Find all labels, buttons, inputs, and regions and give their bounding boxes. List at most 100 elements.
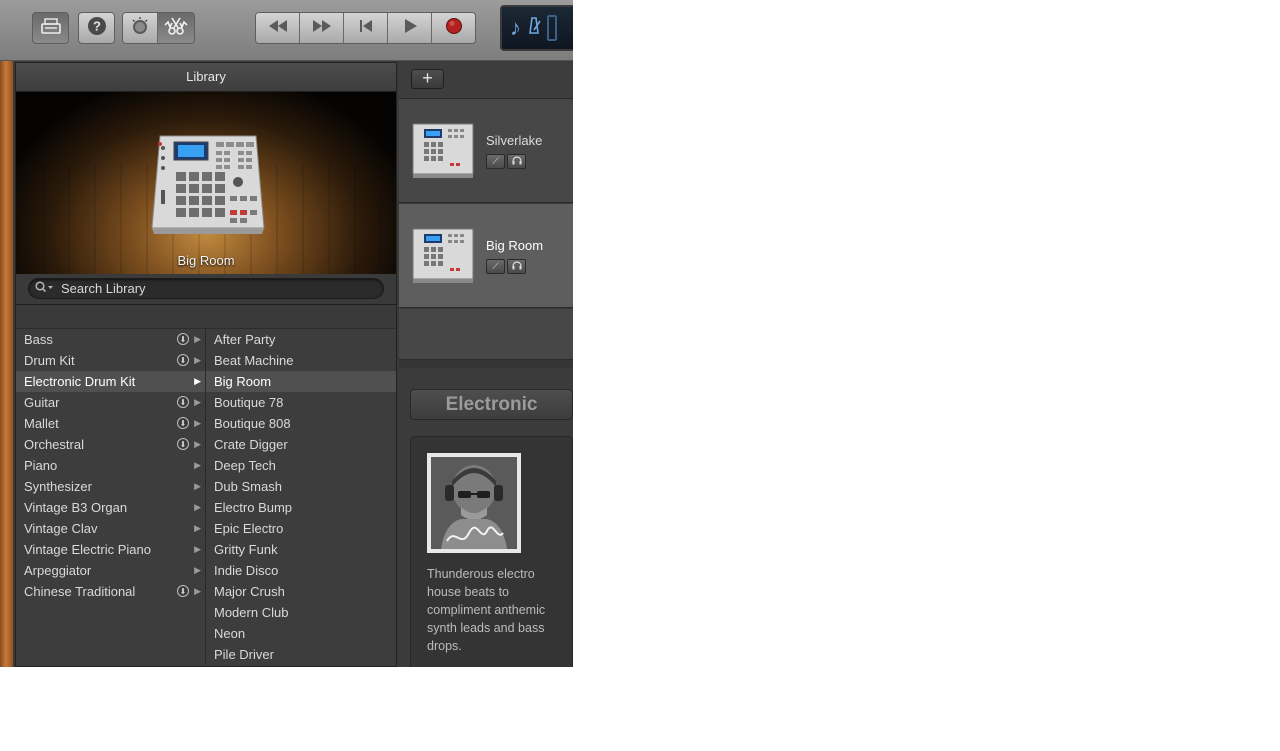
knob-icon — [130, 16, 150, 41]
fast-forward-button[interactable] — [300, 13, 344, 43]
disclosure-arrow-icon: ▶ — [194, 418, 201, 428]
go-to-beginning-button[interactable] — [344, 13, 388, 43]
download-icon[interactable]: ⬇ — [177, 354, 189, 366]
play-button[interactable] — [388, 13, 432, 43]
library-icon — [40, 17, 62, 40]
category-label: Electronic Drum Kit — [24, 374, 136, 389]
patch-item[interactable]: Dub Smash — [206, 476, 396, 497]
patch-item[interactable]: Major Crush — [206, 581, 396, 602]
rewind-button[interactable] — [256, 13, 300, 43]
category-item[interactable]: Electronic Drum Kit ▶ — [16, 371, 205, 392]
disclosure-arrow-icon: ▶ — [194, 523, 201, 533]
preview-patch-name: Big Room — [177, 253, 235, 268]
patch-description: Thunderous electro house beats to compli… — [427, 567, 546, 653]
patch-item[interactable]: Boutique 78 — [206, 392, 396, 413]
patch-item[interactable]: Neon — [206, 623, 396, 644]
category-item[interactable]: Mallet ⬇ ▶ — [16, 413, 205, 434]
category-label: Piano — [24, 458, 58, 473]
record-button[interactable] — [432, 13, 475, 43]
category-item[interactable]: Orchestral ⬇ ▶ — [16, 434, 205, 455]
solo-button[interactable] — [507, 154, 526, 169]
transport-controls — [255, 12, 476, 44]
disclosure-arrow-icon: ▶ — [194, 355, 201, 365]
category-item[interactable]: Chinese Traditional ⬇ ▶ — [16, 581, 205, 602]
control-bar: ? ♪ — [0, 0, 573, 61]
mute-icon: ⟋ — [492, 261, 499, 271]
category-item[interactable]: Vintage B3 Organ ▶ — [16, 497, 205, 518]
patch-item[interactable]: Big Room — [206, 371, 396, 392]
empty-track-area[interactable] — [399, 309, 573, 360]
count-in-icon — [547, 15, 557, 41]
category-label: Bass — [24, 332, 53, 347]
category-item[interactable]: Vintage Electric Piano ▶ — [16, 539, 205, 560]
metronome-note-icon: ♪ — [510, 15, 521, 40]
category-item[interactable]: Guitar ⬇ ▶ — [16, 392, 205, 413]
category-column: Bass ⬇ ▶ Drum Kit ⬇ ▶ Electronic Drum Kit ▶ Guit… — [16, 329, 206, 665]
headphones-icon — [511, 156, 522, 167]
category-label: Orchestral — [24, 437, 84, 452]
disclosure-arrow-icon: ▶ — [194, 544, 201, 554]
category-label: Arpeggiator — [24, 563, 92, 578]
category-label: Mallet — [24, 416, 59, 431]
mute-icon: ⟋ — [492, 156, 499, 166]
patch-item[interactable]: Indie Disco — [206, 560, 396, 581]
category-label: Vintage Electric Piano — [24, 542, 151, 557]
search-input[interactable] — [61, 281, 361, 296]
add-track-button[interactable]: + — [411, 69, 444, 89]
category-item[interactable]: Arpeggiator ▶ — [16, 560, 205, 581]
category-item[interactable]: Drum Kit ⬇ ▶ — [16, 350, 205, 371]
download-icon[interactable]: ⬇ — [177, 438, 189, 450]
mute-button[interactable]: ⟋ — [486, 259, 505, 274]
search-field[interactable] — [28, 278, 384, 299]
browser-header-row — [16, 305, 396, 329]
patch-item[interactable]: Boutique 808 — [206, 413, 396, 434]
headphones-icon — [511, 261, 522, 272]
patch-item[interactable]: Epic Electro — [206, 518, 396, 539]
mute-button[interactable]: ⟋ — [486, 154, 505, 169]
patch-info-panel: Electronic Thunderous electro house beat… — [399, 368, 573, 667]
category-item[interactable]: Bass ⬇ ▶ — [16, 329, 205, 350]
genre-label: Electronic — [410, 389, 573, 420]
library-button[interactable] — [32, 12, 69, 44]
drum-machine-image — [151, 135, 265, 234]
track-header[interactable]: Silverlake ⟋ — [399, 99, 573, 203]
patch-column: After Party Beat Machine Big Room Boutique … — [206, 329, 396, 665]
solo-button[interactable] — [507, 259, 526, 274]
instrument-preview: Big Room — [16, 92, 396, 274]
patch-item[interactable]: Pile Driver — [206, 644, 396, 665]
download-icon[interactable]: ⬇ — [177, 585, 189, 597]
track-header-selected[interactable]: Big Room ⟋ — [399, 204, 573, 308]
record-icon — [445, 17, 463, 40]
patch-item[interactable]: Gritty Funk — [206, 539, 396, 560]
disclosure-arrow-icon: ▶ — [194, 481, 201, 491]
download-icon[interactable]: ⬇ — [177, 396, 189, 408]
category-label: Drum Kit — [24, 353, 75, 368]
patch-item[interactable]: Crate Digger — [206, 434, 396, 455]
disclosure-arrow-icon: ▶ — [194, 439, 201, 449]
category-label: Synthesizer — [24, 479, 92, 494]
category-item[interactable]: Piano ▶ — [16, 455, 205, 476]
go-to-beginning-icon — [358, 19, 374, 38]
patch-item[interactable]: Deep Tech — [206, 455, 396, 476]
patch-item[interactable]: Beat Machine — [206, 350, 396, 371]
download-icon[interactable]: ⬇ — [177, 417, 189, 429]
smart-controls-button[interactable] — [123, 13, 159, 43]
category-label: Vintage B3 Organ — [24, 500, 128, 515]
track-name: Big Room — [486, 238, 544, 253]
patch-item[interactable]: After Party — [206, 329, 396, 350]
category-label: Vintage Clav — [24, 521, 98, 536]
category-item[interactable]: Vintage Clav ▶ — [16, 518, 205, 539]
category-item[interactable]: Synthesizer ▶ — [16, 476, 205, 497]
help-button[interactable]: ? — [78, 12, 115, 44]
drum-machine-thumbnail — [412, 123, 474, 178]
patch-item[interactable]: Modern Club — [206, 602, 396, 623]
play-icon — [402, 18, 418, 39]
search-bar — [16, 274, 396, 305]
help-icon: ? — [86, 15, 108, 42]
lcd-display[interactable]: ♪ — [500, 5, 573, 51]
editors-button[interactable] — [158, 13, 194, 43]
search-icon — [35, 280, 55, 298]
plus-icon: + — [422, 68, 433, 88]
download-icon[interactable]: ⬇ — [177, 333, 189, 345]
patch-item[interactable]: Electro Bump — [206, 497, 396, 518]
